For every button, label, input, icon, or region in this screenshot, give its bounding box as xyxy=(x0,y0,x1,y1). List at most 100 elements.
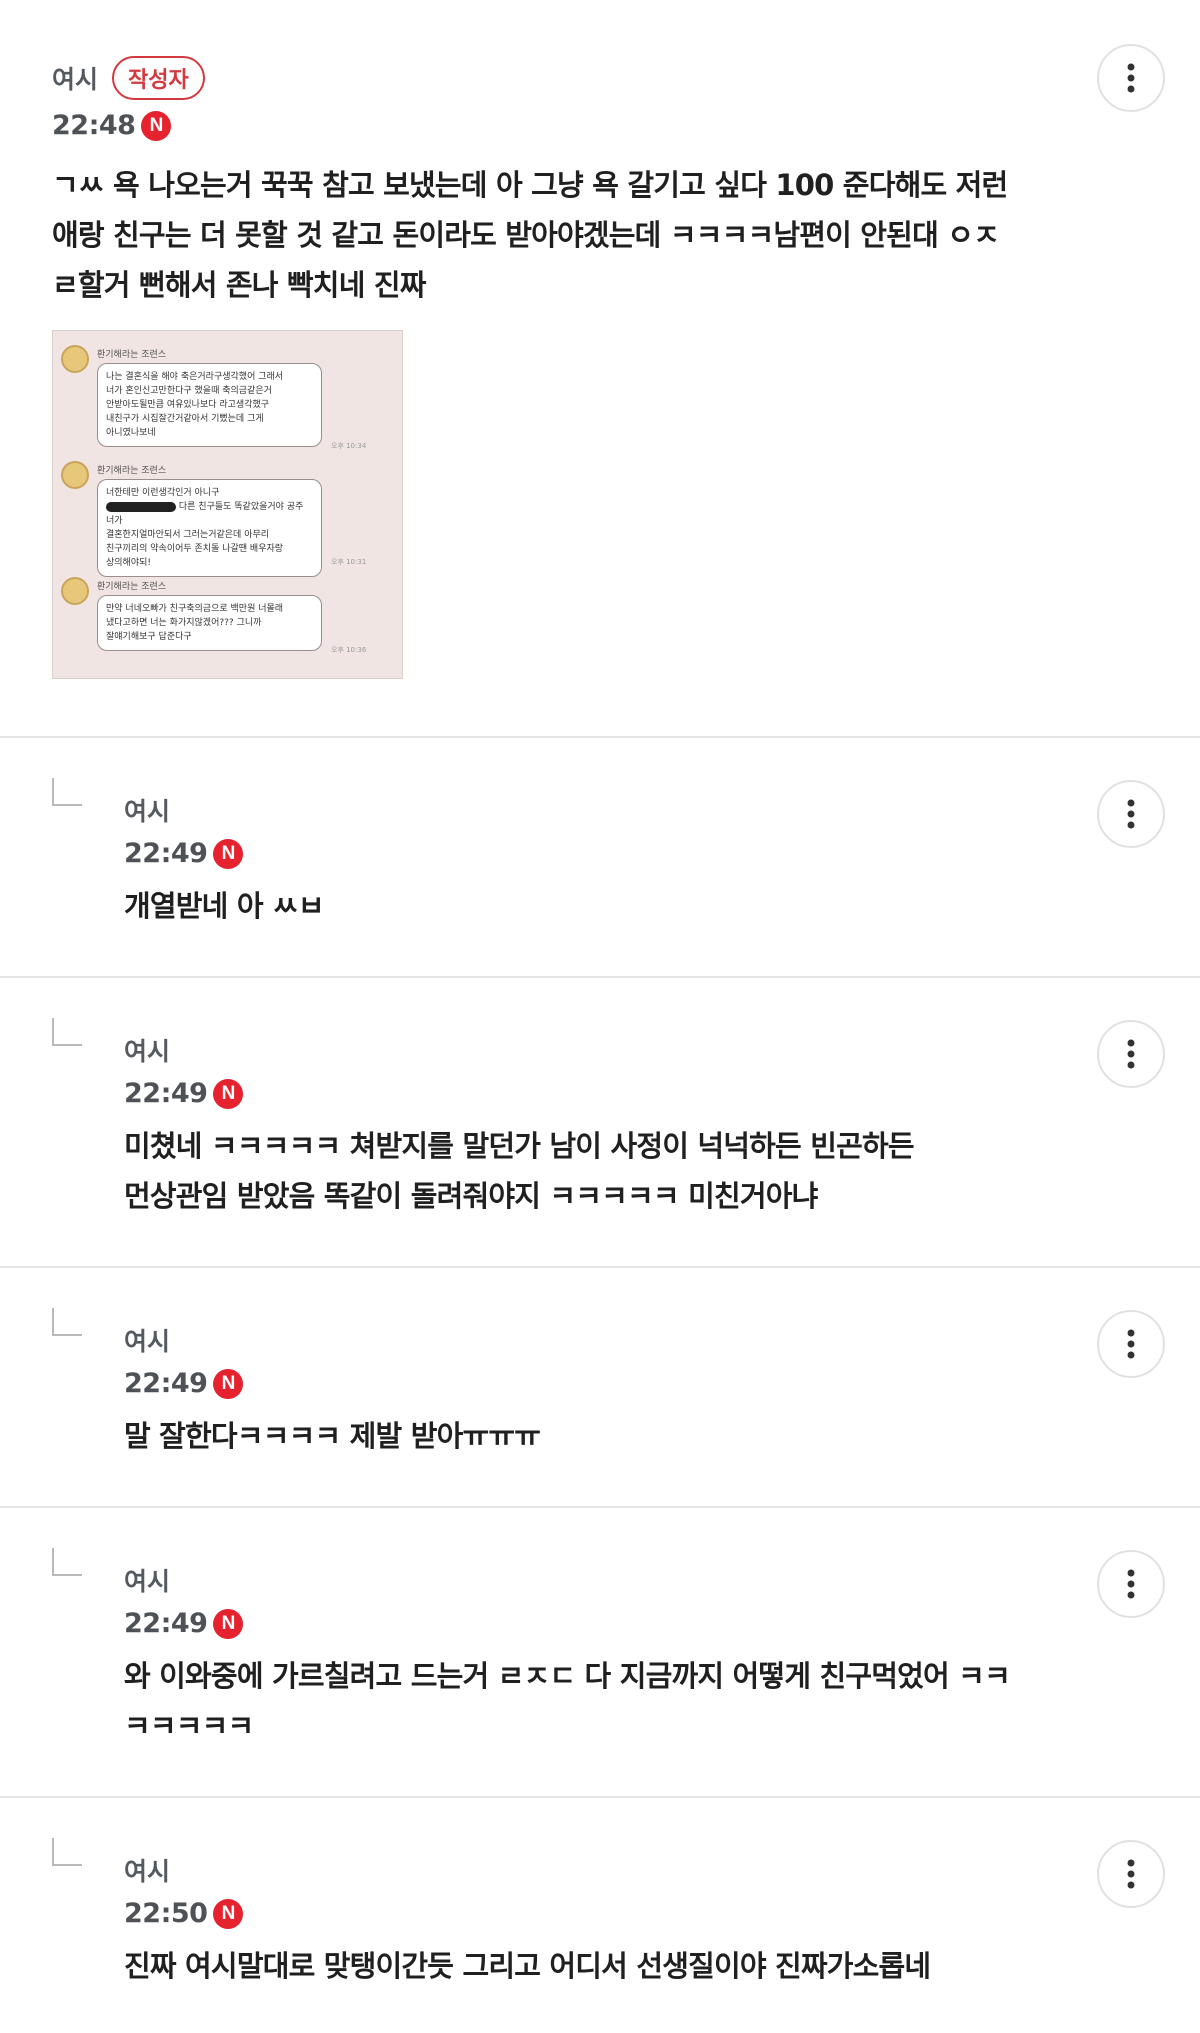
chat-line: 결혼한지얼마안되서 그러는거같은데 아무리 xyxy=(106,530,270,540)
comment-time: 22:48 xyxy=(52,110,136,141)
comment-text: 와 이와중에 가르칠려고 드는거 ㄹㅈㄷ 다 지금까지 어떻게 친구먹었어 ㅋㅋ… xyxy=(124,1651,1104,1751)
comment-line: 개열받네 아 ㅆㅂ xyxy=(124,889,325,923)
comment-line: 말 잘한다ㅋㅋㅋㅋ 제발 받아ㅠㅠㅠ xyxy=(124,1419,541,1453)
author-row: 여시 xyxy=(124,1562,1104,1598)
comment-0: 여시 작성자 22:48 N ㄱㅆ 욕 나오는거 꾹꾹 참고 보냈는데 아 그냥… xyxy=(0,0,1200,736)
author-name[interactable]: 여시 xyxy=(52,60,98,96)
time-row: 22:49 N xyxy=(124,1078,1084,1109)
new-badge: N xyxy=(213,1368,244,1399)
redaction-mark xyxy=(106,501,176,512)
reply-arrow-icon xyxy=(52,778,82,806)
new-badge: N xyxy=(141,110,172,141)
reply-arrow-icon xyxy=(52,1308,82,1336)
chat-line: 냈다고하면 너는 화가지않겠어??? 그니까 xyxy=(106,618,262,628)
reply-body: 여시 22:50 N 진짜 여시말대로 맞탱이간듯 그리고 어디서 선생질이야 … xyxy=(124,1852,1104,1991)
chat-line: 나는 결혼식을 해야 축은거라구생각했어 그래서 xyxy=(106,372,284,382)
comment-line: 애랑 친구는 더 못할 것 같고 돈이라도 받아야겠는데 ㅋㅋㅋㅋ남편이 안된대… xyxy=(52,218,1000,252)
more-options-button[interactable] xyxy=(1097,1020,1165,1088)
more-vertical-icon xyxy=(1127,1039,1135,1069)
more-vertical-icon xyxy=(1127,799,1135,829)
comment-text: 말 잘한다ㅋㅋㅋㅋ 제발 받아ㅠㅠㅠ xyxy=(124,1411,1084,1461)
attached-chat-image[interactable]: 환기해라는 조련스 나는 결혼식을 해야 축은거라구생각했어 그래서 너가 혼인… xyxy=(52,330,403,679)
new-badge: N xyxy=(213,1078,244,1109)
chat-bubble: 너한테만 이런생각인거 아니구 다른 친구들도 똑같았을거야 공주 너가 결혼한… xyxy=(97,479,322,577)
new-badge: N xyxy=(213,1608,244,1639)
chat-line: 너한테만 이런생각인거 아니구 xyxy=(106,488,220,498)
author-name[interactable]: 여시 xyxy=(124,1562,170,1598)
chat-time: 오후 10:34 xyxy=(331,442,367,450)
comment-text: 개열받네 아 ㅆㅂ xyxy=(124,881,1084,931)
author-row: 여시 xyxy=(124,792,1084,828)
reply-4: 여시 22:49 N 와 이와중에 가르칠려고 드는거 ㄹㅈㄷ 다 지금까지 어… xyxy=(0,1508,1200,1796)
chat-sender-name: 환기해라는 조련스 xyxy=(97,350,167,360)
new-badge: N xyxy=(213,1898,244,1929)
reply-arrow-icon xyxy=(52,1548,82,1576)
chat-line: 잘얘기해보구 답준다구 xyxy=(106,632,192,642)
more-options-button[interactable] xyxy=(1097,1840,1165,1908)
chat-line: 만약 너네오빠가 친구축의금으로 백만원 너몰래 xyxy=(106,604,284,614)
time-row: 22:49 N xyxy=(124,838,1084,869)
time-row: 22:49 N xyxy=(124,1368,1084,1399)
comment-line: 진짜 여시말대로 맞탱이간듯 그리고 어디서 선생질이야 진짜가소롭네 xyxy=(124,1949,931,1983)
comment-time: 22:50 xyxy=(124,1898,208,1929)
comment-line: 미쳤네 ㅋㅋㅋㅋㅋ 쳐받지를 말던가 남이 사정이 넉넉하든 빈곤하든 xyxy=(124,1129,915,1163)
comment-time: 22:49 xyxy=(124,1368,208,1399)
author-row: 여시 xyxy=(124,1032,1084,1068)
comment-time: 22:49 xyxy=(124,838,208,869)
chat-sender-name: 환기해라는 조련스 xyxy=(97,582,167,592)
chat-line: 안받아도될만큼 여유있나보다 라고생각했구 xyxy=(106,400,270,410)
chat-sender-name: 환기해라는 조련스 xyxy=(97,466,167,476)
chat-line: 친구끼리의 약속이어두 존치돌 나갈땐 배우자랑 xyxy=(106,544,284,554)
time-row: 22:48 N xyxy=(52,110,205,141)
comment-header: 여시 작성자 22:48 N xyxy=(52,56,205,141)
more-vertical-icon xyxy=(1127,1329,1135,1359)
author-name[interactable]: 여시 xyxy=(124,792,170,828)
time-row: 22:49 N xyxy=(124,1608,1104,1639)
more-options-button[interactable] xyxy=(1097,1310,1165,1378)
chat-line-redacted: 다른 친구들도 똑같았을거야 공주 너가 xyxy=(106,500,313,528)
more-options-button[interactable] xyxy=(1097,44,1165,112)
chat-bubble: 나는 결혼식을 해야 축은거라구생각했어 그래서 너가 혼인신고만한다구 했을때… xyxy=(97,363,322,447)
chat-line: 너가 혼인신고만한다구 했을때 축의금같은거 xyxy=(106,386,272,396)
comment-line: ㄹ할거 뻔해서 존나 빡치네 진짜 xyxy=(52,268,426,302)
chat-avatar xyxy=(61,577,89,605)
chat-bubble: 만약 너네오빠가 친구축의금으로 백만원 너몰래 냈다고하면 너는 화가지않겠어… xyxy=(97,595,322,651)
chat-line: 아니였나보네 xyxy=(106,428,156,438)
chat-avatar xyxy=(61,345,89,373)
writer-badge: 작성자 xyxy=(112,56,205,100)
comment-text: ㄱㅆ 욕 나오는거 꾹꾹 참고 보냈는데 아 그냥 욕 갈기고 싶다 100 준… xyxy=(52,160,1112,310)
reply-3: 여시 22:49 N 말 잘한다ㅋㅋㅋㅋ 제발 받아ㅠㅠㅠ xyxy=(0,1268,1200,1506)
comment-line: 먼상관임 받았음 똑같이 돌려줘야지 ㅋㅋㅋㅋㅋ 미친거아냐 xyxy=(124,1179,818,1213)
author-name[interactable]: 여시 xyxy=(124,1322,170,1358)
more-vertical-icon xyxy=(1127,63,1135,93)
reply-arrow-icon xyxy=(52,1018,82,1046)
more-options-button[interactable] xyxy=(1097,1550,1165,1618)
chat-time: 오후 10:36 xyxy=(331,646,367,654)
reply-body: 여시 22:49 N 말 잘한다ㅋㅋㅋㅋ 제발 받아ㅠㅠㅠ xyxy=(124,1322,1084,1461)
reply-body: 여시 22:49 N 와 이와중에 가르칠려고 드는거 ㄹㅈㄷ 다 지금까지 어… xyxy=(124,1562,1104,1751)
reply-2: 여시 22:49 N 미쳤네 ㅋㅋㅋㅋㅋ 쳐받지를 말던가 남이 사정이 넉넉하… xyxy=(0,978,1200,1266)
comment-text: 진짜 여시말대로 맞탱이간듯 그리고 어디서 선생질이야 진짜가소롭네 xyxy=(124,1941,1104,1991)
reply-5: 여시 22:50 N 진짜 여시말대로 맞탱이간듯 그리고 어디서 선생질이야 … xyxy=(0,1798,1200,2033)
author-name[interactable]: 여시 xyxy=(124,1852,170,1888)
author-name[interactable]: 여시 xyxy=(124,1032,170,1068)
comment-line: ㅋㅋㅋㅋㅋ xyxy=(124,1709,254,1743)
chat-line: 내친구가 시집잘간거같아서 기뻤는데 그게 xyxy=(106,414,264,424)
time-row: 22:50 N xyxy=(124,1898,1104,1929)
more-options-button[interactable] xyxy=(1097,780,1165,848)
more-vertical-icon xyxy=(1127,1859,1135,1889)
comment-time: 22:49 xyxy=(124,1078,208,1109)
comment-text: 미쳤네 ㅋㅋㅋㅋㅋ 쳐받지를 말던가 남이 사정이 넉넉하든 빈곤하든 먼상관임… xyxy=(124,1121,1084,1221)
reply-arrow-icon xyxy=(52,1838,82,1866)
reply-body: 여시 22:49 N 개열받네 아 ㅆㅂ xyxy=(124,792,1084,931)
new-badge: N xyxy=(213,838,244,869)
author-row: 여시 xyxy=(124,1852,1104,1888)
reply-1: 여시 22:49 N 개열받네 아 ㅆㅂ xyxy=(0,738,1200,976)
author-row: 여시 작성자 xyxy=(52,56,205,100)
comment-line: 와 이와중에 가르칠려고 드는거 ㄹㅈㄷ 다 지금까지 어떻게 친구먹었어 ㅋㅋ xyxy=(124,1659,1011,1693)
author-row: 여시 xyxy=(124,1322,1084,1358)
chat-time: 오후 10:31 xyxy=(331,558,367,566)
more-vertical-icon xyxy=(1127,1569,1135,1599)
chat-line: 상의해야되! xyxy=(106,558,152,568)
reply-body: 여시 22:49 N 미쳤네 ㅋㅋㅋㅋㅋ 쳐받지를 말던가 남이 사정이 넉넉하… xyxy=(124,1032,1084,1221)
